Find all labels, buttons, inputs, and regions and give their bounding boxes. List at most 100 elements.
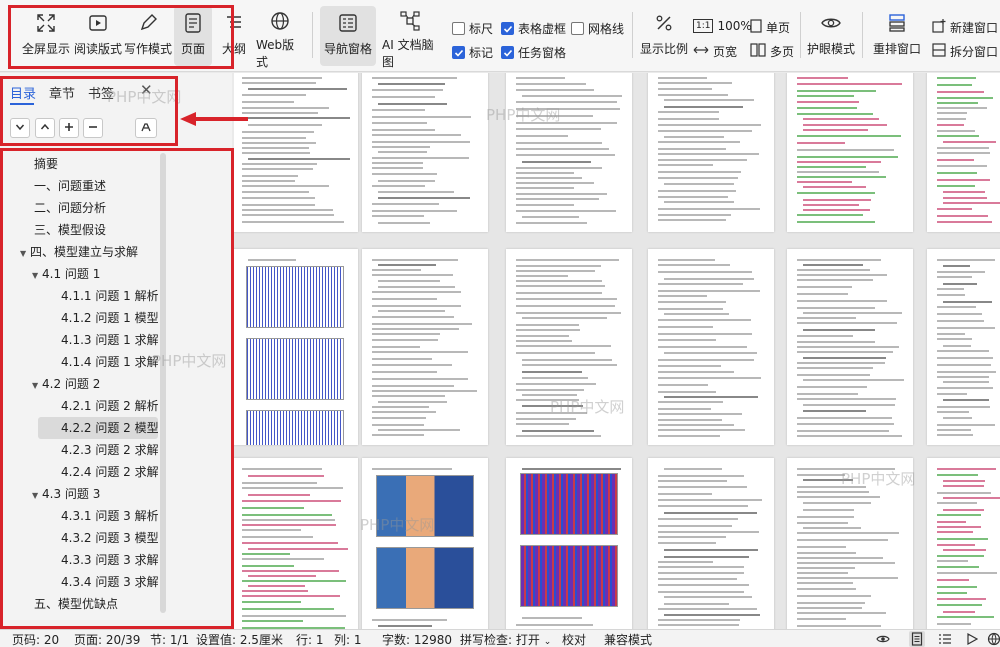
page-thumbnail[interactable]	[362, 73, 488, 232]
page-thumbnail[interactable]	[927, 73, 1000, 232]
writing-mode-button[interactable]: 写作模式	[124, 6, 172, 66]
status-page-of[interactable]: 页面: 20/39	[74, 631, 140, 647]
status-proofread[interactable]: 校对	[562, 631, 586, 647]
eye-icon[interactable]	[875, 631, 891, 647]
status-row[interactable]: 行: 1	[296, 631, 324, 647]
gridlines-checkbox[interactable]: 网格线	[571, 20, 624, 37]
toc-item[interactable]: 一、问题重述	[34, 175, 106, 197]
multi-page-button[interactable]: 多页	[750, 43, 794, 60]
text-line	[242, 487, 343, 489]
nav-pane-button[interactable]: 导航窗格	[320, 6, 376, 66]
page-thumbnail[interactable]	[362, 458, 488, 629]
display-ratio-button[interactable]: 显示比例	[640, 6, 688, 66]
page-thumbnail[interactable]	[787, 73, 913, 232]
play-icon[interactable]	[964, 631, 980, 647]
ai-mindmap-button[interactable]: AI 文档脑图	[382, 6, 438, 69]
toc-item-chapter-4[interactable]: ▼ 四、模型建立与求解	[20, 241, 138, 263]
split-window-button[interactable]: 拆分窗口	[932, 43, 998, 60]
toc-item[interactable]: 4.1.4 问题 1 求解...	[61, 351, 158, 373]
status-setting[interactable]: 设置值: 2.5厘米	[196, 631, 283, 647]
eye-protect-button[interactable]: 护眼模式	[806, 6, 856, 66]
toc-item[interactable]: 三、模型假设	[34, 219, 106, 241]
page-thumbnail[interactable]	[506, 73, 632, 232]
text-line	[803, 379, 905, 381]
toc-item[interactable]: 4.2.3 问题 2 求解...	[61, 439, 158, 461]
page-thumbnail[interactable]	[234, 458, 358, 629]
toc-item[interactable]: 摘要	[34, 153, 58, 175]
page-thumbnail[interactable]	[648, 249, 774, 445]
status-page-number[interactable]: 页码: 20	[12, 631, 59, 647]
text-line	[372, 339, 438, 341]
toc-item[interactable]: 二、问题分析	[34, 197, 106, 219]
table-gridlines-checkbox[interactable]: 表格虚框	[501, 20, 566, 37]
text-line	[658, 359, 754, 361]
expanded-triangle-icon: ▼	[32, 491, 39, 500]
toc-item-selected[interactable]: 4.2.2 问题 2 模型...	[38, 417, 158, 439]
page-width-button[interactable]: 页宽	[693, 43, 737, 60]
page-thumbnail[interactable]	[234, 249, 358, 445]
toc-item-4-2[interactable]: ▼ 4.2 问题 2	[32, 373, 100, 395]
status-section[interactable]: 节: 1/1	[150, 631, 189, 647]
single-page-button[interactable]: 单页	[750, 19, 790, 36]
globe-icon[interactable]	[986, 631, 1000, 647]
page-thumbnail[interactable]	[927, 249, 1000, 445]
page-thumbnail[interactable]	[787, 458, 913, 629]
text-line	[664, 106, 743, 108]
status-word-count[interactable]: 字数: 12980	[382, 631, 452, 647]
toc-item[interactable]: 五、模型优缺点	[34, 593, 118, 615]
text-line	[937, 555, 985, 557]
outline-view-button[interactable]: 大纲	[218, 6, 250, 66]
toc-item-4-3[interactable]: ▼ 4.3 问题 3	[32, 483, 100, 505]
toc-item[interactable]: 4.3.2 问题 3 模型...	[61, 527, 158, 549]
text-line	[937, 434, 973, 436]
new-window-button[interactable]: 新建窗口	[932, 19, 998, 36]
chevron-down-icon	[15, 121, 25, 135]
reading-mode-button[interactable]: 阅读版式	[74, 6, 122, 66]
page-view-button[interactable]: 页面	[174, 6, 212, 66]
tab-bookmarks[interactable]: 书签	[88, 83, 114, 102]
fullscreen-button[interactable]: 全屏显示	[22, 6, 70, 66]
text-line	[664, 313, 729, 315]
remove-heading-button[interactable]	[83, 118, 103, 138]
toc-item[interactable]: 4.3.1 问题 3 解析	[61, 505, 158, 527]
page-thumbnail[interactable]	[362, 249, 488, 445]
page-thumbnail[interactable]	[787, 249, 913, 445]
zoom-100-button[interactable]: 1:1 100%	[693, 19, 752, 33]
toc-item[interactable]: 4.1.1 问题 1 解析	[61, 285, 158, 307]
toc-item[interactable]: 4.1.3 问题 1 求解...	[61, 329, 158, 351]
document-thumbnail-grid[interactable]	[234, 73, 1000, 629]
tab-toc[interactable]: 目录	[10, 83, 36, 102]
status-spell-check[interactable]: 拼写检查: 打开 ⌄	[460, 631, 551, 647]
page-thumbnail[interactable]	[234, 73, 358, 232]
page-thumbnail[interactable]	[648, 73, 774, 232]
collapse-all-button[interactable]	[10, 118, 30, 138]
marks-checkbox[interactable]: 标记	[452, 44, 493, 61]
ruler-checkbox[interactable]: 标尺	[452, 20, 493, 37]
text-line	[797, 214, 863, 216]
tab-sections[interactable]: 章节	[49, 83, 75, 102]
nav-scrollbar[interactable]	[160, 153, 166, 613]
close-pane-icon[interactable]: ✕	[140, 81, 153, 99]
toc-item[interactable]: 4.2.4 问题 2 求解...	[61, 461, 158, 483]
web-layout-button[interactable]: Web版式	[256, 6, 304, 69]
page-thumbnail[interactable]	[506, 249, 632, 445]
percent-icon	[651, 10, 677, 36]
page-thumbnail[interactable]	[927, 458, 1000, 629]
rearrange-window-button[interactable]: 重排窗口	[866, 6, 928, 66]
task-pane-checkbox[interactable]: 任务窗格	[501, 44, 566, 61]
expand-level-button[interactable]	[35, 118, 55, 138]
toc-item[interactable]: 4.1.2 问题 1 模型...	[61, 307, 158, 329]
text-line	[372, 203, 440, 205]
page-thumbnail[interactable]	[506, 458, 632, 629]
toc-item-4-1[interactable]: ▼ 4.1 问题 1	[32, 263, 100, 285]
outline-view-icon[interactable]	[937, 631, 953, 647]
page-thumbnail[interactable]	[648, 458, 774, 629]
toc-item[interactable]: 4.2.1 问题 2 解析	[61, 395, 158, 417]
toc-item[interactable]: 4.3.4 问题 3 求解...	[61, 571, 158, 593]
smart-outline-button[interactable]	[135, 118, 157, 138]
add-heading-button[interactable]	[59, 118, 79, 138]
toc-item[interactable]: 4.3.3 问题 3 求解...	[61, 549, 158, 571]
page-view-icon[interactable]	[909, 631, 925, 647]
status-column[interactable]: 列: 1	[334, 631, 362, 647]
text-line	[242, 507, 304, 509]
